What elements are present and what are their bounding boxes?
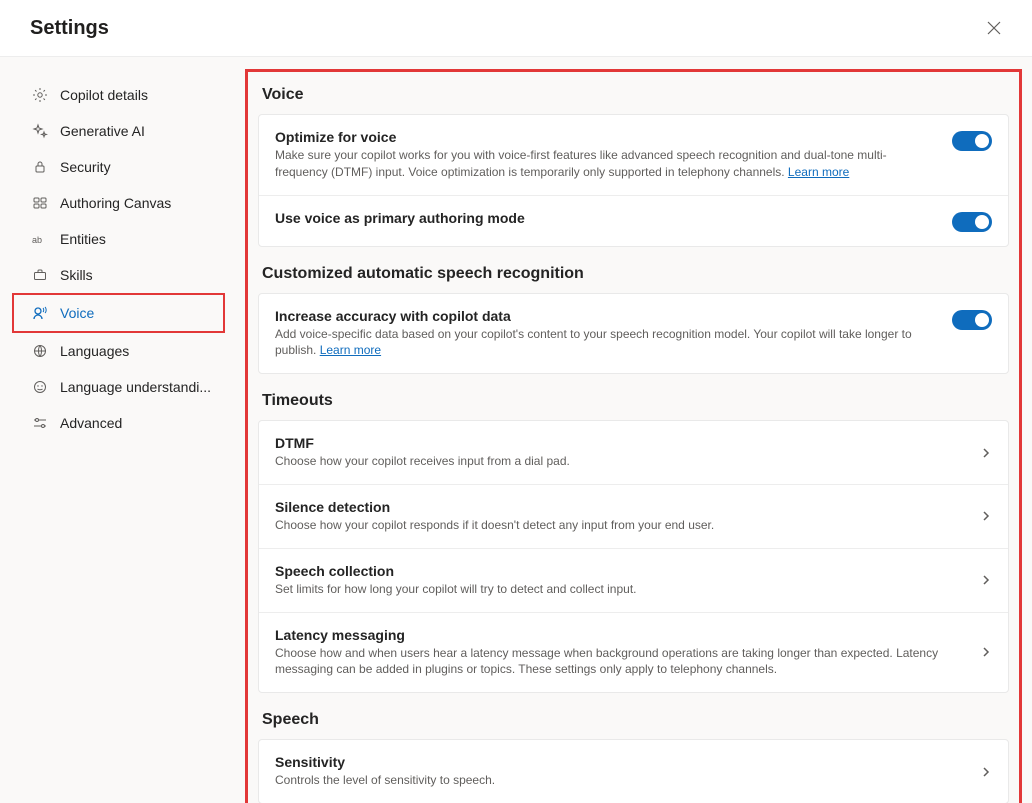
accuracy-row: Increase accuracy with copilot data Add … — [259, 294, 1008, 374]
voice-primary-title: Use voice as primary authoring mode — [275, 210, 938, 226]
optimize-for-voice-toggle[interactable] — [952, 131, 992, 151]
voice-primary-row: Use voice as primary authoring mode — [259, 195, 1008, 246]
sidebar-item-copilot-details[interactable]: Copilot details — [0, 77, 235, 113]
sidebar-item-voice[interactable]: Voice — [12, 293, 225, 333]
settings-sidebar: Copilot details Generative AI Security A… — [0, 57, 235, 803]
sparkle-icon — [32, 123, 48, 139]
sliders-icon — [32, 415, 48, 431]
timeout-row-silence-detection[interactable]: Silence detection Choose how your copilo… — [259, 484, 1008, 548]
timeout-row-latency-messaging[interactable]: Latency messaging Choose how and when us… — [259, 612, 1008, 693]
timeout-desc: Choose how your copilot receives input f… — [275, 453, 966, 470]
voice-card: Optimize for voice Make sure your copilo… — [258, 114, 1009, 247]
sensitivity-title: Sensitivity — [275, 754, 966, 770]
sidebar-item-generative-ai[interactable]: Generative AI — [0, 113, 235, 149]
sidebar-item-label: Entities — [60, 231, 106, 247]
timeout-title: Speech collection — [275, 563, 966, 579]
sidebar-item-advanced[interactable]: Advanced — [0, 405, 235, 441]
canvas-icon — [32, 195, 48, 211]
timeout-row-speech-collection[interactable]: Speech collection Set limits for how lon… — [259, 548, 1008, 612]
accuracy-title: Increase accuracy with copilot data — [275, 308, 938, 324]
sidebar-item-language-understanding[interactable]: Language understandi... — [0, 369, 235, 405]
main-content: Voice Optimize for voice Make sure your … — [235, 57, 1032, 803]
learn-more-link[interactable]: Learn more — [788, 165, 849, 179]
section-title-timeouts: Timeouts — [262, 392, 1009, 410]
voice-primary-text: Use voice as primary authoring mode — [275, 210, 938, 228]
voice-primary-toggle[interactable] — [952, 212, 992, 232]
timeout-desc: Choose how and when users hear a latency… — [275, 645, 966, 679]
optimize-for-voice-title: Optimize for voice — [275, 129, 938, 145]
timeout-title: DTMF — [275, 435, 966, 451]
timeout-row-dtmf[interactable]: DTMF Choose how your copilot receives in… — [259, 421, 1008, 484]
svg-text:ab: ab — [32, 235, 42, 245]
sidebar-item-label: Skills — [60, 267, 93, 283]
sidebar-item-label: Security — [60, 159, 111, 175]
gear-icon — [32, 87, 48, 103]
section-title-asr: Customized automatic speech recognition — [262, 265, 1009, 283]
sidebar-item-security[interactable]: Security — [0, 149, 235, 185]
chevron-right-icon — [980, 766, 992, 778]
close-icon — [987, 21, 1001, 35]
section-title-voice: Voice — [262, 86, 1009, 104]
globe-icon — [32, 343, 48, 359]
asr-card: Increase accuracy with copilot data Add … — [258, 293, 1009, 375]
accuracy-toggle[interactable] — [952, 310, 992, 330]
page-title: Settings — [30, 17, 109, 40]
section-title-speech: Speech — [262, 711, 1009, 729]
accuracy-desc: Add voice-specific data based on your co… — [275, 326, 938, 360]
optimize-for-voice-desc: Make sure your copilot works for you wit… — [275, 147, 938, 181]
speech-card: Sensitivity Controls the level of sensit… — [258, 739, 1009, 803]
optimize-for-voice-row: Optimize for voice Make sure your copilo… — [259, 115, 1008, 195]
sidebar-item-languages[interactable]: Languages — [0, 333, 235, 369]
chevron-right-icon — [980, 646, 992, 658]
timeout-title: Latency messaging — [275, 627, 966, 643]
sidebar-item-skills[interactable]: Skills — [0, 257, 235, 293]
brain-icon — [32, 379, 48, 395]
chevron-right-icon — [980, 447, 992, 459]
sidebar-item-label: Voice — [60, 305, 94, 321]
sidebar-item-label: Authoring Canvas — [60, 195, 171, 211]
sidebar-item-authoring-canvas[interactable]: Authoring Canvas — [0, 185, 235, 221]
chevron-right-icon — [980, 510, 992, 522]
timeout-title: Silence detection — [275, 499, 966, 515]
timeout-desc: Set limits for how long your copilot wil… — [275, 581, 966, 598]
timeouts-card: DTMF Choose how your copilot receives in… — [258, 420, 1009, 693]
entities-icon: ab — [32, 231, 48, 247]
sidebar-item-label: Advanced — [60, 415, 122, 431]
highlighted-voice-panel: Voice Optimize for voice Make sure your … — [245, 69, 1022, 803]
accuracy-text: Increase accuracy with copilot data Add … — [275, 308, 938, 360]
learn-more-link[interactable]: Learn more — [320, 343, 381, 357]
timeout-desc: Choose how your copilot responds if it d… — [275, 517, 966, 534]
briefcase-icon — [32, 267, 48, 283]
sidebar-item-label: Languages — [60, 343, 129, 359]
voice-icon — [32, 305, 48, 321]
speech-sensitivity-row[interactable]: Sensitivity Controls the level of sensit… — [259, 740, 1008, 803]
chevron-right-icon — [980, 574, 992, 586]
lock-icon — [32, 159, 48, 175]
settings-header: Settings — [0, 0, 1032, 57]
sidebar-item-label: Generative AI — [60, 123, 145, 139]
sidebar-item-label: Language understandi... — [60, 379, 211, 395]
sidebar-item-label: Copilot details — [60, 87, 148, 103]
optimize-for-voice-text: Optimize for voice Make sure your copilo… — [275, 129, 938, 181]
sidebar-item-entities[interactable]: ab Entities — [0, 221, 235, 257]
sensitivity-desc: Controls the level of sensitivity to spe… — [275, 772, 966, 789]
close-button[interactable] — [980, 14, 1008, 42]
